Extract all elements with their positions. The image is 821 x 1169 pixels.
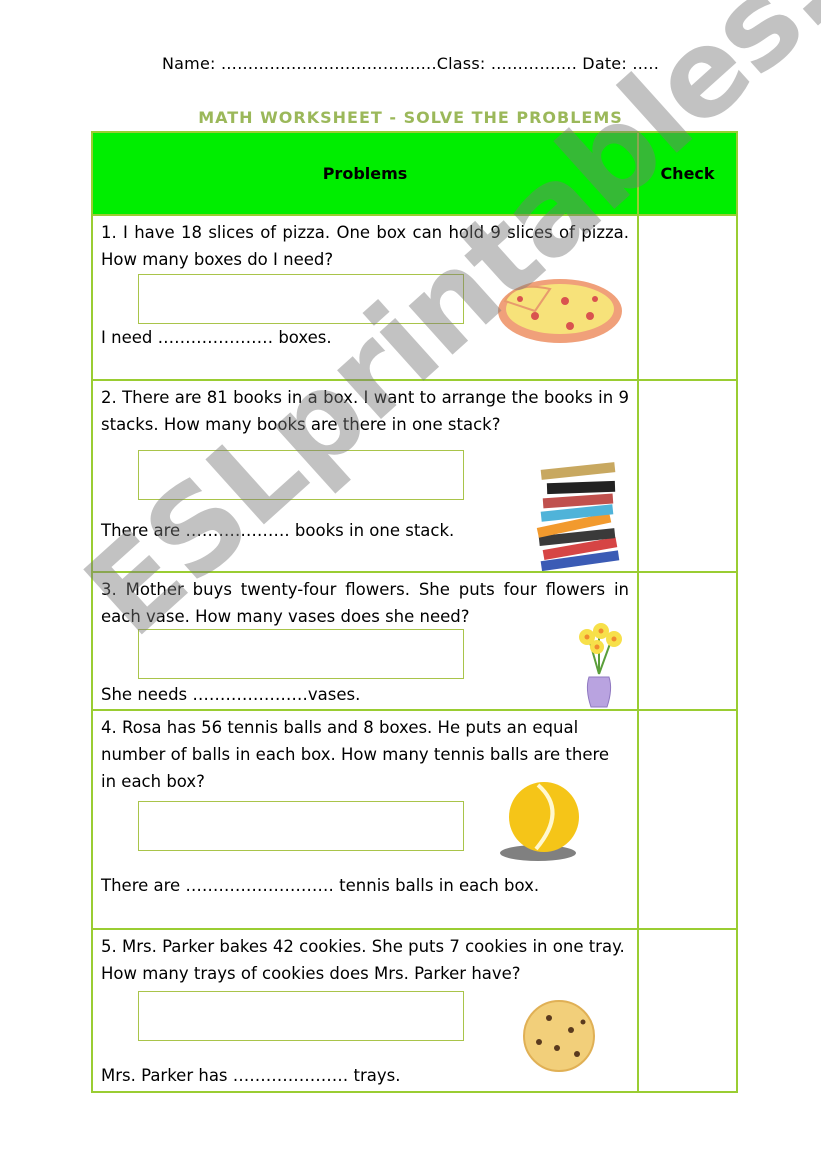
answer-box[interactable]: [138, 801, 464, 851]
problems-table: Problems Check 1. I have 18 slices of pi…: [91, 131, 738, 1093]
answer-sentence: She needs …………………vases.: [101, 685, 361, 704]
flower-vase-icon: [579, 623, 622, 708]
problem-text: 5. Mrs. Parker bakes 42 cookies. She put…: [101, 937, 625, 983]
check-cell[interactable]: [637, 379, 738, 573]
check-cell[interactable]: [637, 214, 738, 381]
problem-cell: 4. Rosa has 56 tennis balls and 8 boxes.…: [91, 709, 639, 930]
answer-box[interactable]: [138, 991, 464, 1041]
problem-text: 1. I have 18 slices of pizza. One box ca…: [101, 223, 629, 269]
answer-sentence: Mrs. Parker has ………………… trays.: [101, 1066, 401, 1085]
table-row: 1. I have 18 slices of pizza. One box ca…: [91, 214, 738, 381]
answer-box[interactable]: [138, 629, 464, 679]
check-cell[interactable]: [637, 571, 738, 711]
column-header-check: Check: [637, 131, 738, 216]
column-header-problems: Problems: [91, 131, 639, 216]
table-header-row: Problems Check: [91, 131, 738, 216]
table-row: 3. Mother buys twenty-four flowers. She …: [91, 571, 738, 711]
problem-cell: 5. Mrs. Parker bakes 42 cookies. She put…: [91, 928, 639, 1093]
answer-box[interactable]: [138, 274, 464, 324]
table-row: 2. There are 81 books in a box. I want t…: [91, 379, 738, 573]
answer-sentence: There are ……………………… tennis balls in each…: [101, 876, 540, 895]
problem-cell: 2. There are 81 books in a box. I want t…: [91, 379, 639, 573]
answer-sentence: I need ………………… boxes.: [101, 328, 332, 347]
tennis-ball-icon: [500, 782, 579, 861]
check-cell[interactable]: [637, 709, 738, 930]
answer-sentence: There are ………………. books in one stack.: [101, 521, 455, 540]
worksheet-title: MATH WORKSHEET - SOLVE THE PROBLEMS: [198, 108, 623, 127]
problem-text: 3. Mother buys twenty-four flowers. She …: [101, 580, 629, 626]
table-row: 5. Mrs. Parker bakes 42 cookies. She put…: [91, 928, 738, 1093]
problem-text: 2. There are 81 books in a box. I want t…: [101, 388, 629, 434]
answer-box[interactable]: [138, 450, 464, 500]
cookie-icon: [523, 1000, 595, 1072]
problem-cell: 3. Mother buys twenty-four flowers. She …: [91, 571, 639, 711]
check-cell[interactable]: [637, 928, 738, 1093]
pizza-icon: [498, 279, 622, 343]
table-row: 4. Rosa has 56 tennis balls and 8 boxes.…: [91, 709, 738, 930]
problem-cell: 1. I have 18 slices of pizza. One box ca…: [91, 214, 639, 381]
books-icon: [536, 462, 620, 571]
student-info-line: Name: ………………………………….Class: ……………. Date: …: [162, 54, 659, 73]
